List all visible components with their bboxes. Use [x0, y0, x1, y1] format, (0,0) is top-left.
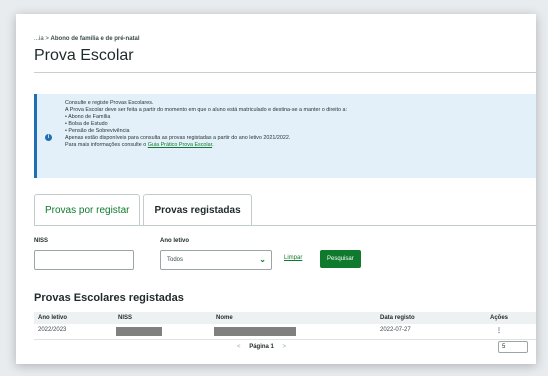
info-list-item: Abono de Família — [65, 114, 528, 121]
page-title: Prova Escolar — [34, 47, 134, 64]
niss-label: NISS — [34, 238, 49, 244]
column-header-ano: Ano letivo — [38, 315, 68, 321]
pagination: < Página 1 > — [230, 344, 293, 350]
info-line-4-suffix: . — [212, 142, 214, 148]
table-header: Ano letivo NISS Nome Data registo Ações — [34, 312, 536, 324]
info-box: i Consulte e registe Provas Escolares. A… — [34, 94, 536, 178]
redacted-nome — [214, 327, 296, 336]
info-line-3: Apenas estão disponíveis para consulta a… — [65, 135, 291, 141]
title-divider — [34, 72, 536, 73]
tab-provas-registadas[interactable]: Provas registadas — [143, 194, 252, 226]
table-title: Provas Escolares registadas — [34, 292, 184, 304]
info-line-1: Consulte e registe Provas Escolares. — [65, 100, 154, 106]
tab-bar: Provas por registar Provas registadas — [34, 194, 255, 226]
info-list-item: Bolsa de Estudo — [65, 121, 528, 128]
page-label: Página 1 — [249, 344, 274, 350]
breadcrumb-current: Abono de família e de pré-natal — [50, 36, 140, 42]
info-line-4: Para mais informações consulte o Guia Pr… — [65, 142, 528, 149]
column-header-nome: Nome — [216, 315, 233, 321]
guide-link[interactable]: Guia Prático Prova Escolar — [148, 142, 212, 148]
ano-letivo-select[interactable]: Todos ⌄ — [160, 250, 272, 270]
column-header-acoes: Ações — [490, 315, 509, 321]
page-container: ...ia > Abono de família e de pré-natal … — [16, 14, 536, 364]
prev-page-icon[interactable]: < — [237, 344, 241, 350]
chevron-down-icon: ⌄ — [259, 255, 266, 264]
info-line-2: A Prova Escolar deve ser feita a partir … — [65, 107, 347, 113]
breadcrumb-prefix[interactable]: ...ia — [34, 36, 44, 42]
search-button[interactable]: Pesquisar — [320, 250, 361, 268]
cell-data-registo: 2022-07-27 — [380, 327, 411, 333]
row-actions-icon[interactable]: ⋮ — [496, 327, 502, 334]
table-row: 2022/2023 2022-07-27 ⋮ — [34, 324, 536, 340]
page-size-select[interactable]: 5 — [498, 341, 528, 353]
column-header-data: Data registo — [380, 315, 415, 321]
next-page-icon[interactable]: > — [283, 344, 287, 350]
info-icon: i — [45, 134, 52, 141]
ano-letivo-label: Ano letivo — [160, 238, 190, 244]
tab-provas-por-registar[interactable]: Provas por registar — [34, 194, 141, 226]
ano-letivo-value: Todos — [167, 257, 184, 263]
cell-ano: 2022/2023 — [38, 327, 67, 333]
breadcrumb-separator: > — [45, 36, 49, 42]
info-list: Abono de Família Bolsa de Estudo Pensão … — [65, 114, 528, 135]
info-list-item: Pensão de Sobrevivência — [65, 128, 528, 135]
redacted-niss — [116, 327, 162, 336]
info-line-4-prefix: Para mais informações consulte o — [65, 142, 147, 148]
tabs-divider — [34, 225, 536, 226]
clear-link[interactable]: Limpar — [284, 255, 302, 261]
niss-input[interactable] — [34, 250, 134, 270]
breadcrumb: ...ia > Abono de família e de pré-natal — [34, 36, 140, 42]
column-header-niss: NISS — [118, 315, 133, 321]
